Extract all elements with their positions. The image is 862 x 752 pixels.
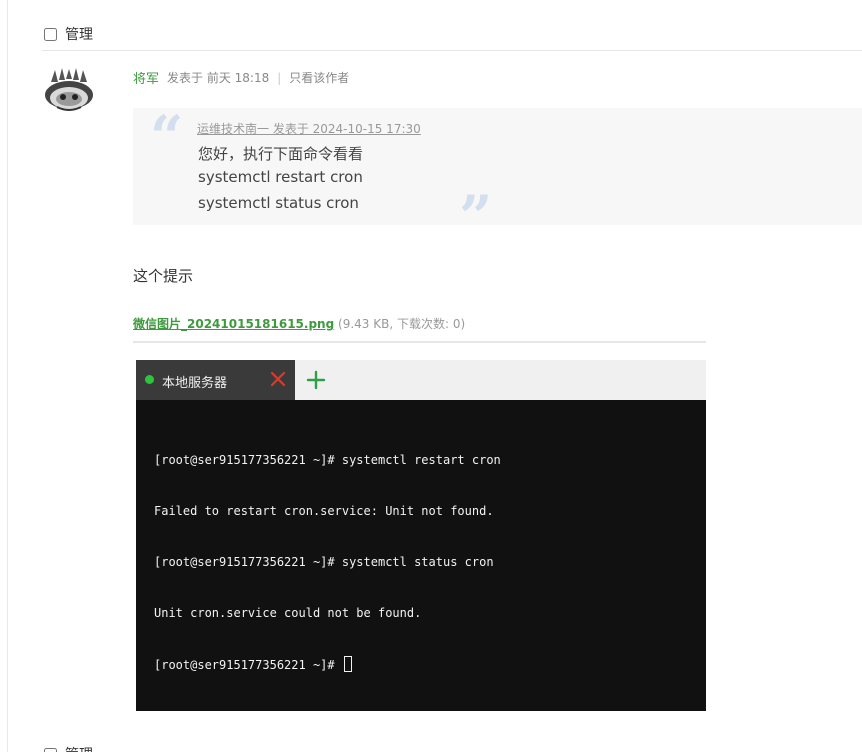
terminal-line: [root@ser915177356221 ~]# systemctl rest…: [154, 453, 501, 467]
quote-line: systemctl restart cron: [198, 168, 363, 186]
reply-text: 这个提示: [133, 267, 194, 285]
attached-screenshot[interactable]: 本地服务器 [root@ser915177356221 ~]# systemct…: [136, 360, 706, 711]
post-meta: 将军 发表于 前天 18:18 | 只看该作者: [133, 68, 349, 88]
manage-checkbox[interactable]: [44, 747, 57, 752]
post-time: 发表于 前天 18:18: [167, 71, 270, 85]
manage-checkbox[interactable]: [44, 27, 57, 41]
manage-label: 管理: [65, 27, 93, 43]
attachment: 微信图片_20241015181615.png (9.43 KB, 下载次数: …: [133, 315, 465, 332]
only-author-link[interactable]: 只看该作者: [289, 69, 349, 86]
close-icon: [270, 371, 286, 387]
left-border: [7, 0, 8, 752]
quote-line: 您好，执行下面命令看看: [198, 145, 364, 163]
terminal-line: [root@ser915177356221 ~]# systemctl stat…: [154, 555, 494, 569]
quote-line: systemctl status cron: [198, 194, 359, 212]
attachment-info: (9.43 KB, 下载次数: 0): [338, 317, 466, 331]
terminal-line: Unit cron.service could not be found.: [154, 606, 422, 620]
avatar-image-icon: [45, 68, 93, 111]
quote-open-icon: “: [150, 103, 184, 171]
status-dot-icon: [145, 375, 154, 384]
terminal-output: [root@ser915177356221 ~]# systemctl rest…: [154, 418, 501, 707]
quote-source-link[interactable]: 运维技术南一 发表于 2024-10-15 17:30: [197, 120, 421, 137]
terminal-line: Failed to restart cron.service: Unit not…: [154, 504, 494, 518]
terminal-cursor: [343, 656, 352, 672]
quote-close-icon: ”: [459, 183, 493, 251]
manage-label: 管理: [65, 744, 93, 752]
attachment-divider: [133, 341, 706, 343]
terminal-prompt: [root@ser915177356221 ~]#: [154, 658, 342, 672]
terminal-tab-bar: 本地服务器: [136, 360, 706, 400]
terminal-tab-label: 本地服务器: [162, 376, 228, 391]
forum-thread-page: 管理 将军 发表于 前天 18:18 | 只看该作者 “ 运维技术南一 发表于: [0, 0, 862, 752]
attachment-link[interactable]: 微信图片_20241015181615.png: [133, 317, 334, 331]
manage-row-top[interactable]: 管理: [44, 24, 93, 44]
avatar[interactable]: [43, 68, 95, 114]
post-divider: [42, 50, 862, 51]
manage-row-bottom[interactable]: 管理: [44, 744, 93, 752]
meta-separator: |: [277, 70, 282, 85]
author-name-link[interactable]: 将军: [133, 68, 159, 87]
terminal-prompt-line: [root@ser915177356221 ~]#: [154, 656, 501, 673]
quote-block: “ 运维技术南一 发表于 2024-10-15 17:30 您好，执行下面命令看…: [133, 103, 862, 246]
plus-icon: [306, 370, 326, 390]
terminal-tab: 本地服务器: [136, 360, 295, 400]
